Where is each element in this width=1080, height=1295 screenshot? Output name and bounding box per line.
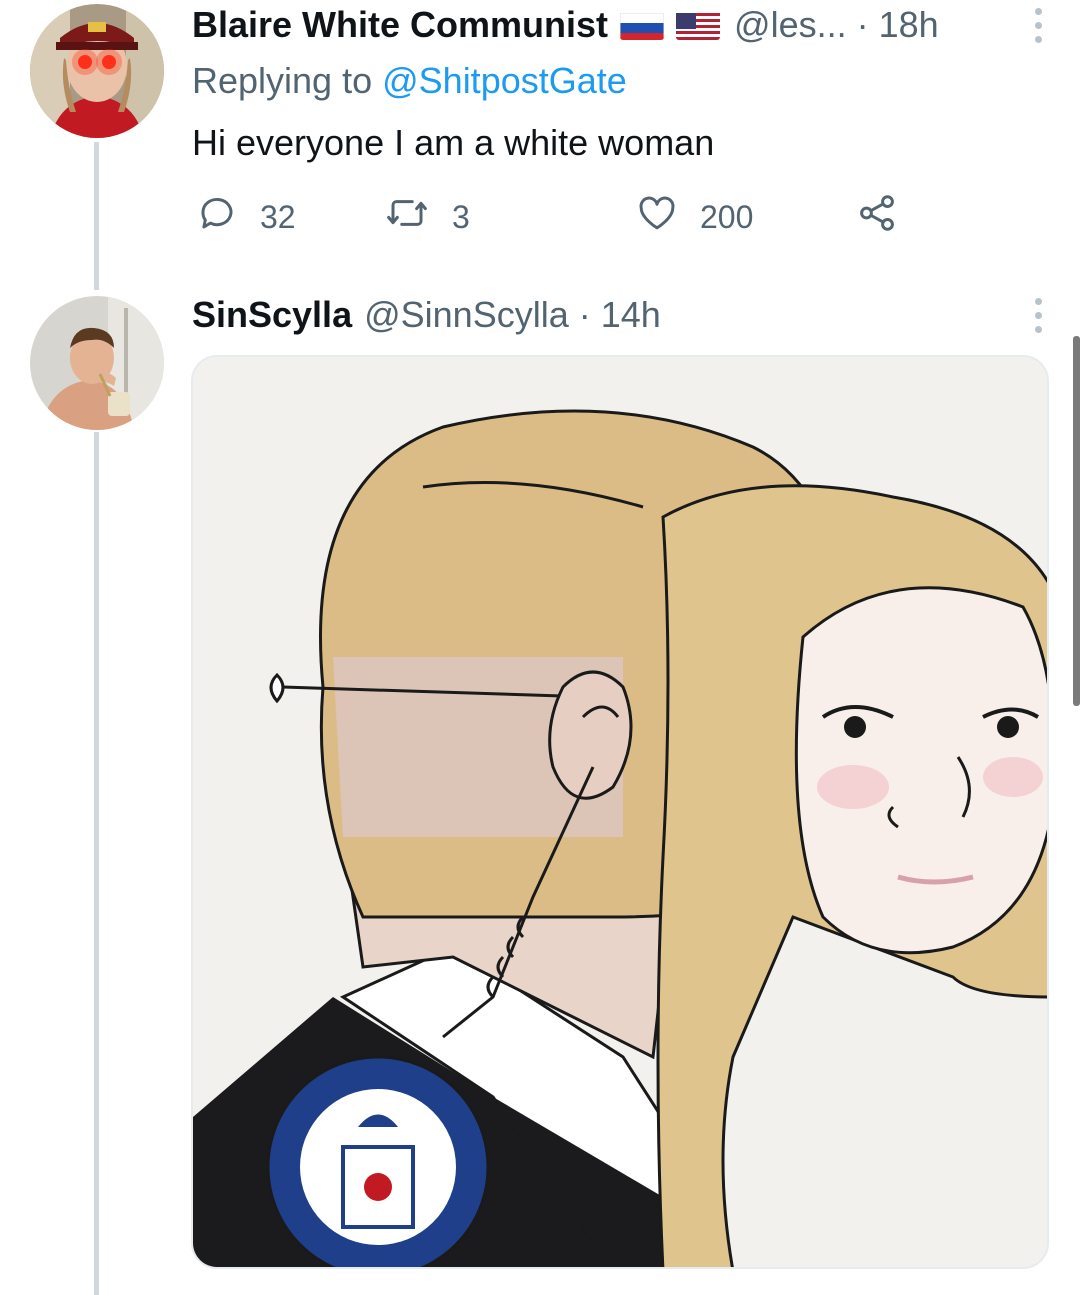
tweet-media-image[interactable] <box>191 355 1049 1269</box>
retweet-icon <box>384 192 430 242</box>
reply-count: 32 <box>260 198 296 235</box>
usa-flag-icon <box>676 10 721 40</box>
reply-icon <box>196 192 238 242</box>
tweet-header: SinScylla @SinnScylla · 14h <box>192 294 661 336</box>
user-handle[interactable]: @les... <box>734 4 847 46</box>
timestamp[interactable]: 18h <box>879 4 939 46</box>
retweet-count: 3 <box>452 198 470 235</box>
like-icon <box>636 192 678 242</box>
reply-button[interactable]: 32 <box>196 192 296 242</box>
user-handle[interactable]: @SinnScylla <box>364 294 569 336</box>
separator-dot: · <box>856 4 869 45</box>
replying-to: Replying to @ShitpostGate <box>192 60 627 102</box>
share-button[interactable] <box>856 192 898 242</box>
avatar[interactable] <box>30 296 164 430</box>
tweet-text: Hi everyone I am a white woman <box>192 122 715 163</box>
replying-prefix: Replying to <box>192 60 383 101</box>
scrollbar[interactable] <box>1073 336 1080 706</box>
more-icon[interactable] <box>1035 298 1042 333</box>
russia-flag-icon <box>620 10 665 40</box>
thread-line <box>94 432 99 1295</box>
thread-line <box>94 142 99 290</box>
share-icon <box>856 192 898 242</box>
more-icon[interactable] <box>1035 8 1042 43</box>
tweet-actions: 32 3 200 <box>192 192 912 240</box>
retweet-button[interactable]: 3 <box>384 192 470 242</box>
timestamp[interactable]: 14h <box>601 294 661 336</box>
display-name[interactable]: Blaire White Communist <box>192 4 608 46</box>
display-name[interactable]: SinScylla <box>192 294 352 336</box>
like-button[interactable]: 200 <box>636 192 753 242</box>
like-count: 200 <box>700 198 754 235</box>
replying-to-link[interactable]: @ShitpostGate <box>382 60 627 101</box>
tweet-header: Blaire White Communist @les... · 18h <box>192 4 939 46</box>
separator-dot: · <box>578 294 591 335</box>
avatar[interactable] <box>30 4 164 138</box>
